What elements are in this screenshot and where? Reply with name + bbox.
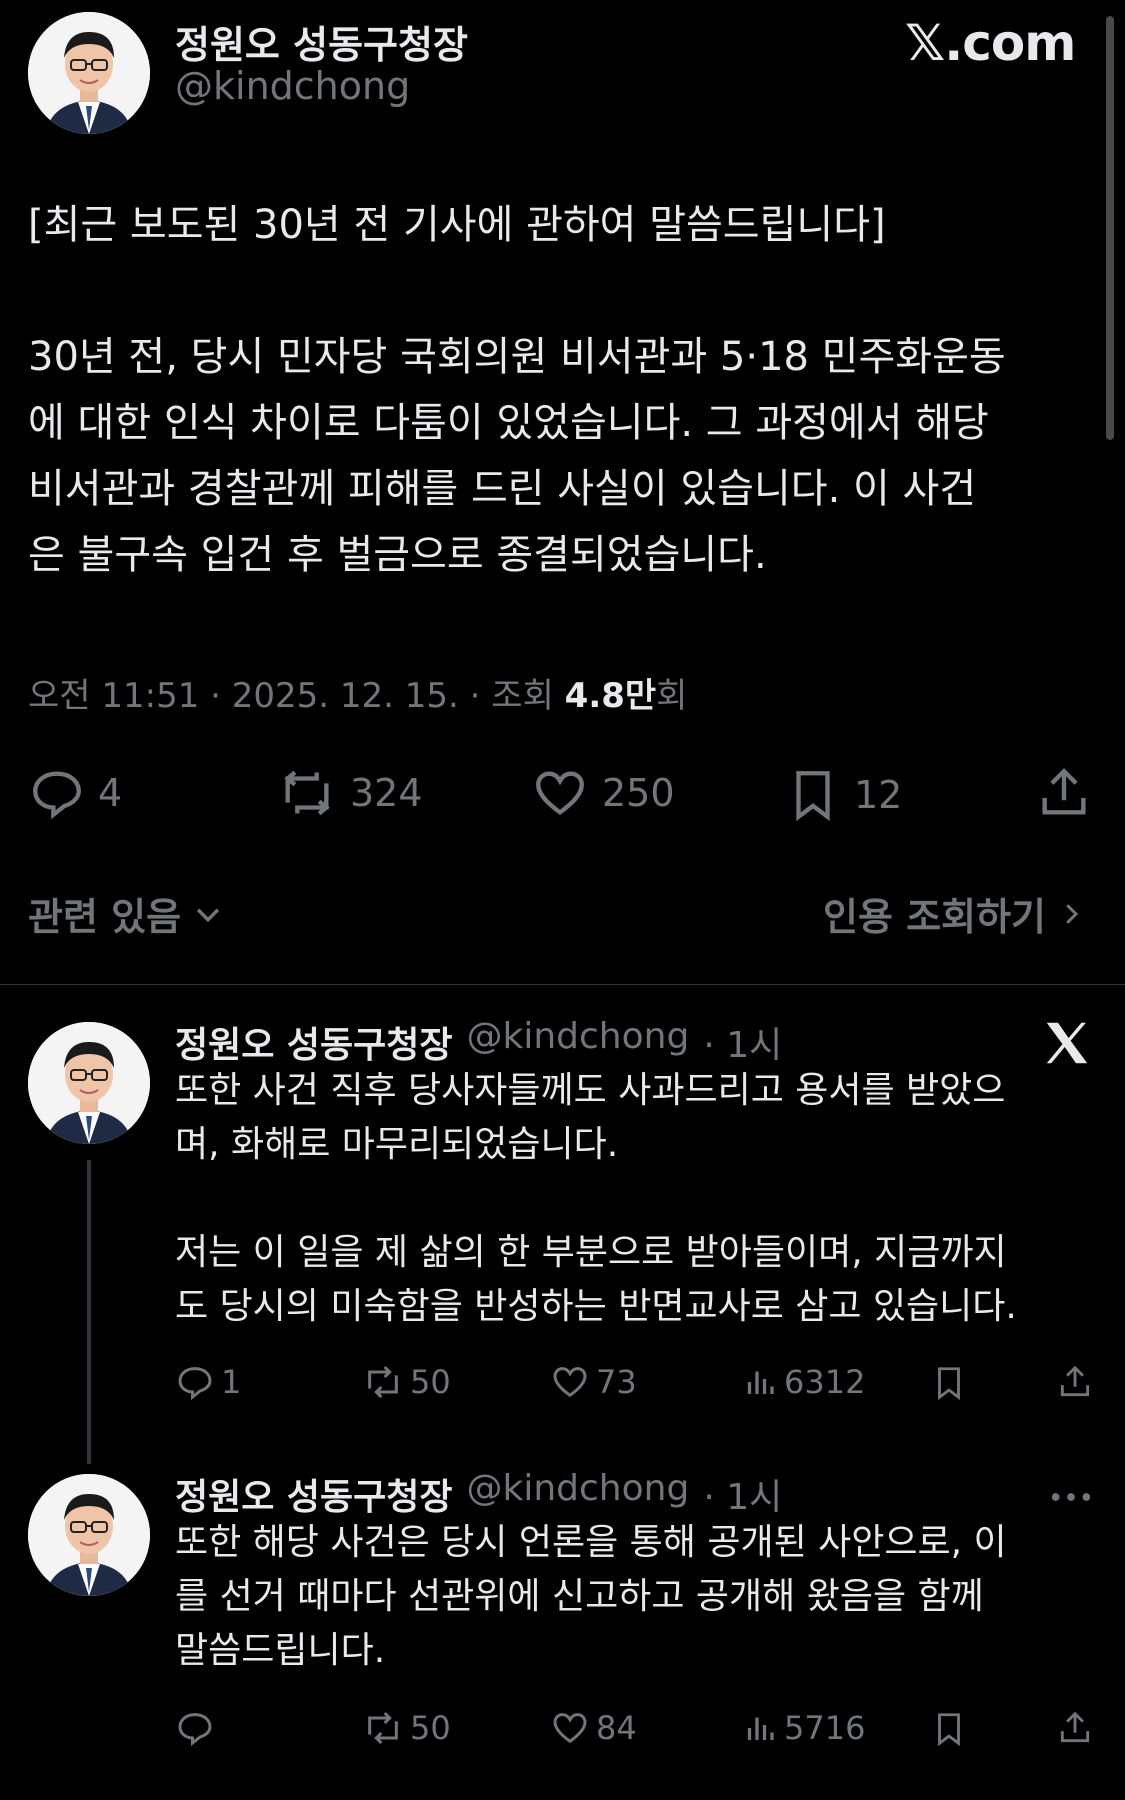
chevron-right-icon <box>1066 903 1079 924</box>
reply-author-handle[interactable]: @kindchong <box>467 1468 690 1520</box>
reply-line: 저는 이 일을 제 삶의 한 부분으로 받아들이며, 지금까지 <box>175 1232 1007 1273</box>
reply-line <box>175 1172 1017 1226</box>
reply-line: 또한 해당 사건은 당시 언론을 통해 공개된 사안으로, 이 <box>175 1522 1007 1563</box>
chevron-down-icon <box>196 908 220 922</box>
brand-watermark: 𝕏.com <box>905 14 1076 72</box>
retweet-count: 50 <box>410 1363 451 1401</box>
bookmark-icon <box>938 1367 960 1401</box>
quotes-label: 인용 조회하기 <box>823 895 1046 939</box>
reply-line: 또한 사건 직후 당사자들께도 사과드리고 용서를 받았으 <box>175 1070 1006 1111</box>
reply-count: 1 <box>221 1363 242 1401</box>
author-name[interactable]: 정원오 성동구청장 <box>175 14 468 69</box>
reply-author-name[interactable]: 정원오 성동구청장 <box>175 1016 453 1068</box>
author-avatar[interactable] <box>28 12 150 134</box>
retweet-icon <box>368 1365 398 1399</box>
related-toggle[interactable]: 관련 있음 <box>28 886 225 941</box>
reply-share-button[interactable] <box>1056 1362 1094 1402</box>
reply-line: 며, 화해로 마무리되었습니다. <box>175 1124 619 1165</box>
reply-like-button[interactable]: 84 <box>550 1708 637 1748</box>
share-icon <box>1060 1365 1090 1397</box>
share-icon <box>1060 1711 1090 1743</box>
retweet-count: 324 <box>350 771 423 815</box>
reply-share-button[interactable] <box>1056 1708 1094 1748</box>
tweet-line: [최근 보도된 30년 전 기사에 관하여 말씀드립니다] <box>28 202 886 248</box>
reply-time[interactable]: · 1시 <box>703 1016 782 1068</box>
retweet-icon <box>284 770 330 816</box>
reply-icon <box>33 771 81 820</box>
scrollbar[interactable] <box>1106 16 1114 440</box>
like-count: 250 <box>602 771 675 815</box>
reply-retweet-button[interactable]: 50 <box>362 1708 451 1748</box>
analytics-icon <box>747 1371 774 1394</box>
reply-avatar[interactable] <box>28 1474 150 1596</box>
tweet-line: 은 불구속 입건 후 벌금으로 종결되었습니다. <box>28 532 767 578</box>
like-count: 84 <box>596 1709 637 1747</box>
reply-bookmark-button[interactable] <box>930 1362 968 1404</box>
view-quotes-link[interactable]: 인용 조회하기 <box>823 886 1086 941</box>
like-count: 73 <box>596 1363 637 1401</box>
reply-line: 를 선거 때마다 선관위에 신고하고 공개해 왔음을 함께 <box>175 1576 984 1617</box>
reply-like-button[interactable]: 73 <box>550 1362 637 1402</box>
view-count: 5716 <box>784 1709 866 1747</box>
reply-time[interactable]: · 1시 <box>703 1468 782 1520</box>
view-count: 6312 <box>784 1363 866 1401</box>
tweet-body: [최근 보도된 30년 전 기사에 관하여 말씀드립니다] 30년 전, 당시 … <box>28 192 1006 588</box>
share-button[interactable] <box>1035 764 1093 822</box>
related-label: 관련 있음 <box>28 895 182 939</box>
reply-views-button[interactable]: 6312 <box>742 1362 865 1402</box>
bookmark-icon <box>796 771 830 822</box>
retweet-icon <box>368 1711 398 1745</box>
reply-header: 정원오 성동구청장 @kindchong · 1시 <box>175 1468 782 1520</box>
reply-button[interactable]: 4 <box>28 764 122 822</box>
thread-connector <box>87 1160 91 1464</box>
reply-views-button[interactable]: 5716 <box>742 1708 865 1748</box>
reply-icon <box>178 1713 212 1747</box>
tweet-meta: 오전 11:51 · 2025. 12. 15. · 조회 4.8만회 <box>28 668 687 717</box>
reply-avatar[interactable] <box>28 1022 150 1144</box>
tweet-line <box>28 258 1006 324</box>
reply-line: 말씀드립니다. <box>175 1630 386 1671</box>
reply-body: 또한 사건 직후 당사자들께도 사과드리고 용서를 받았으 며, 화해로 마무리… <box>175 1064 1017 1334</box>
reply-body: 또한 해당 사건은 당시 언론을 통해 공개된 사안으로, 이 를 선거 때마다… <box>175 1516 1007 1678</box>
like-button[interactable]: 250 <box>530 764 675 822</box>
reply-bookmark-button[interactable] <box>930 1708 968 1750</box>
reply-header: 정원오 성동구청장 @kindchong · 1시 <box>175 1016 782 1068</box>
reply-icon <box>178 1367 212 1401</box>
reply-author-name[interactable]: 정원오 성동구청장 <box>175 1468 453 1520</box>
x-logo-icon <box>1040 1016 1094 1074</box>
analytics-icon <box>747 1717 774 1740</box>
share-icon <box>1042 768 1086 815</box>
tweet-timestamp[interactable]: 오전 11:51 · 2025. 12. 15. · 조회 <box>28 676 565 716</box>
heart-icon <box>536 771 584 816</box>
view-suffix: 회 <box>656 676 688 716</box>
reply-retweet-button[interactable]: 50 <box>362 1362 451 1402</box>
reply-line: 도 당시의 미숙함을 반성하는 반면교사로 삼고 있습니다. <box>175 1286 1017 1327</box>
more-icon[interactable] <box>1048 1474 1094 1524</box>
reply-reply-button[interactable] <box>175 1708 221 1748</box>
section-divider <box>0 984 1125 985</box>
reply-reply-button[interactable]: 1 <box>175 1362 241 1402</box>
tweet-line: 30년 전, 당시 민자당 국회의원 비서관과 5·18 민주화운동 <box>28 334 1006 380</box>
reply-count: 4 <box>98 771 123 815</box>
heart-icon <box>553 1367 587 1398</box>
author-handle[interactable]: @kindchong <box>175 64 410 108</box>
retweet-button[interactable]: 324 <box>276 764 423 822</box>
tweet-line: 비서관과 경찰관께 피해를 드린 사실이 있습니다. 이 사건 <box>28 466 977 512</box>
tweet-line: 에 대한 인식 차이로 다툼이 있었습니다. 그 과정에서 해당 <box>28 400 989 446</box>
bookmark-count: 12 <box>854 773 903 817</box>
bookmark-icon <box>938 1713 960 1747</box>
heart-icon <box>553 1713 587 1744</box>
bookmark-button[interactable]: 12 <box>784 764 902 826</box>
retweet-count: 50 <box>410 1709 451 1747</box>
reply-author-handle[interactable]: @kindchong <box>467 1016 690 1068</box>
view-count: 4.8만 <box>564 676 657 716</box>
